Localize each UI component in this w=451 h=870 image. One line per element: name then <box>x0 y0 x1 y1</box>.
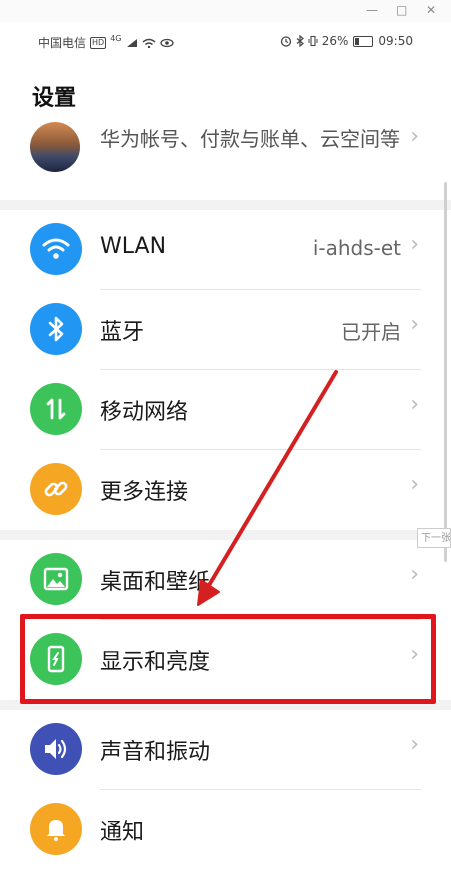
settings-item-label: 通知 <box>100 820 145 845</box>
chevron-right-icon: › <box>410 732 419 757</box>
account-row[interactable]: 华为帐号、付款与账单、云空间等 › <box>0 118 451 200</box>
vibrate-icon <box>308 35 318 47</box>
battery-icon <box>353 35 374 47</box>
settings-item-label: 移动网络 <box>100 400 189 425</box>
settings-item-label: 声音和振动 <box>100 740 211 765</box>
chevron-right-icon: › <box>410 232 419 257</box>
maximize-button[interactable]: □ <box>396 3 407 17</box>
hd-badge: HD <box>90 36 107 49</box>
alarm-icon <box>280 36 291 47</box>
settings-item-label: 更多连接 <box>100 480 189 505</box>
carrier-label: 中国电信 <box>38 36 87 50</box>
minimize-button[interactable]: — <box>366 3 378 17</box>
close-button[interactable]: ✕ <box>426 3 436 17</box>
settings-item-notification[interactable]: 通知 <box>0 790 451 870</box>
settings-item-label: 蓝牙 <box>100 320 145 345</box>
chevron-right-icon: › <box>410 312 419 337</box>
section-separator <box>0 530 451 540</box>
notification-icon <box>30 803 82 855</box>
settings-item-more-connections[interactable]: 更多连接 › <box>0 450 451 530</box>
bluetooth-status-icon <box>296 35 304 47</box>
settings-item-bluetooth[interactable]: 蓝牙 已开启 › <box>0 290 451 370</box>
eye-comfort-icon <box>159 38 174 47</box>
highlight-box <box>20 614 436 704</box>
status-bar: 中国电信 HD 4G 26% 09:50 <box>0 24 451 64</box>
section-separator <box>0 200 451 210</box>
account-text: 华为帐号、付款与账单、云空间等 <box>100 127 400 151</box>
chevron-right-icon: › <box>410 124 419 149</box>
chevron-right-icon: › <box>410 392 419 417</box>
wifi-icon <box>30 223 82 275</box>
settings-item-value: i-ahds-et <box>312 236 401 260</box>
scrollbar[interactable] <box>444 182 447 562</box>
chevron-right-icon: › <box>410 562 419 587</box>
chevron-right-icon: › <box>410 472 419 497</box>
clock: 09:50 <box>378 34 413 48</box>
window-title-bar: — □ ✕ <box>0 0 451 22</box>
signal-icon <box>126 38 137 47</box>
settings-item-wlan[interactable]: WLAN i-ahds-et › <box>0 210 451 290</box>
wifi-status-icon <box>142 38 155 48</box>
avatar <box>30 122 80 172</box>
sound-icon <box>30 723 82 775</box>
settings-item-wallpaper[interactable]: 桌面和壁纸 › <box>0 540 451 620</box>
mobile-data-icon <box>30 383 82 435</box>
settings-item-sound[interactable]: 声音和振动 › <box>0 710 451 790</box>
battery-percent: 26% <box>321 34 349 48</box>
wallpaper-icon <box>30 553 82 605</box>
settings-item-label: 桌面和壁纸 <box>100 570 211 595</box>
next-page-tip: 下一张 <box>417 528 451 548</box>
page-title: 设置 <box>32 86 77 111</box>
settings-item-label: WLAN <box>100 234 167 259</box>
network-type: 4G <box>110 34 122 43</box>
settings-item-value: 已开启 <box>341 320 401 344</box>
bluetooth-icon <box>30 303 82 355</box>
settings-item-mobile-network[interactable]: 移动网络 › <box>0 370 451 450</box>
link-icon <box>30 463 82 515</box>
